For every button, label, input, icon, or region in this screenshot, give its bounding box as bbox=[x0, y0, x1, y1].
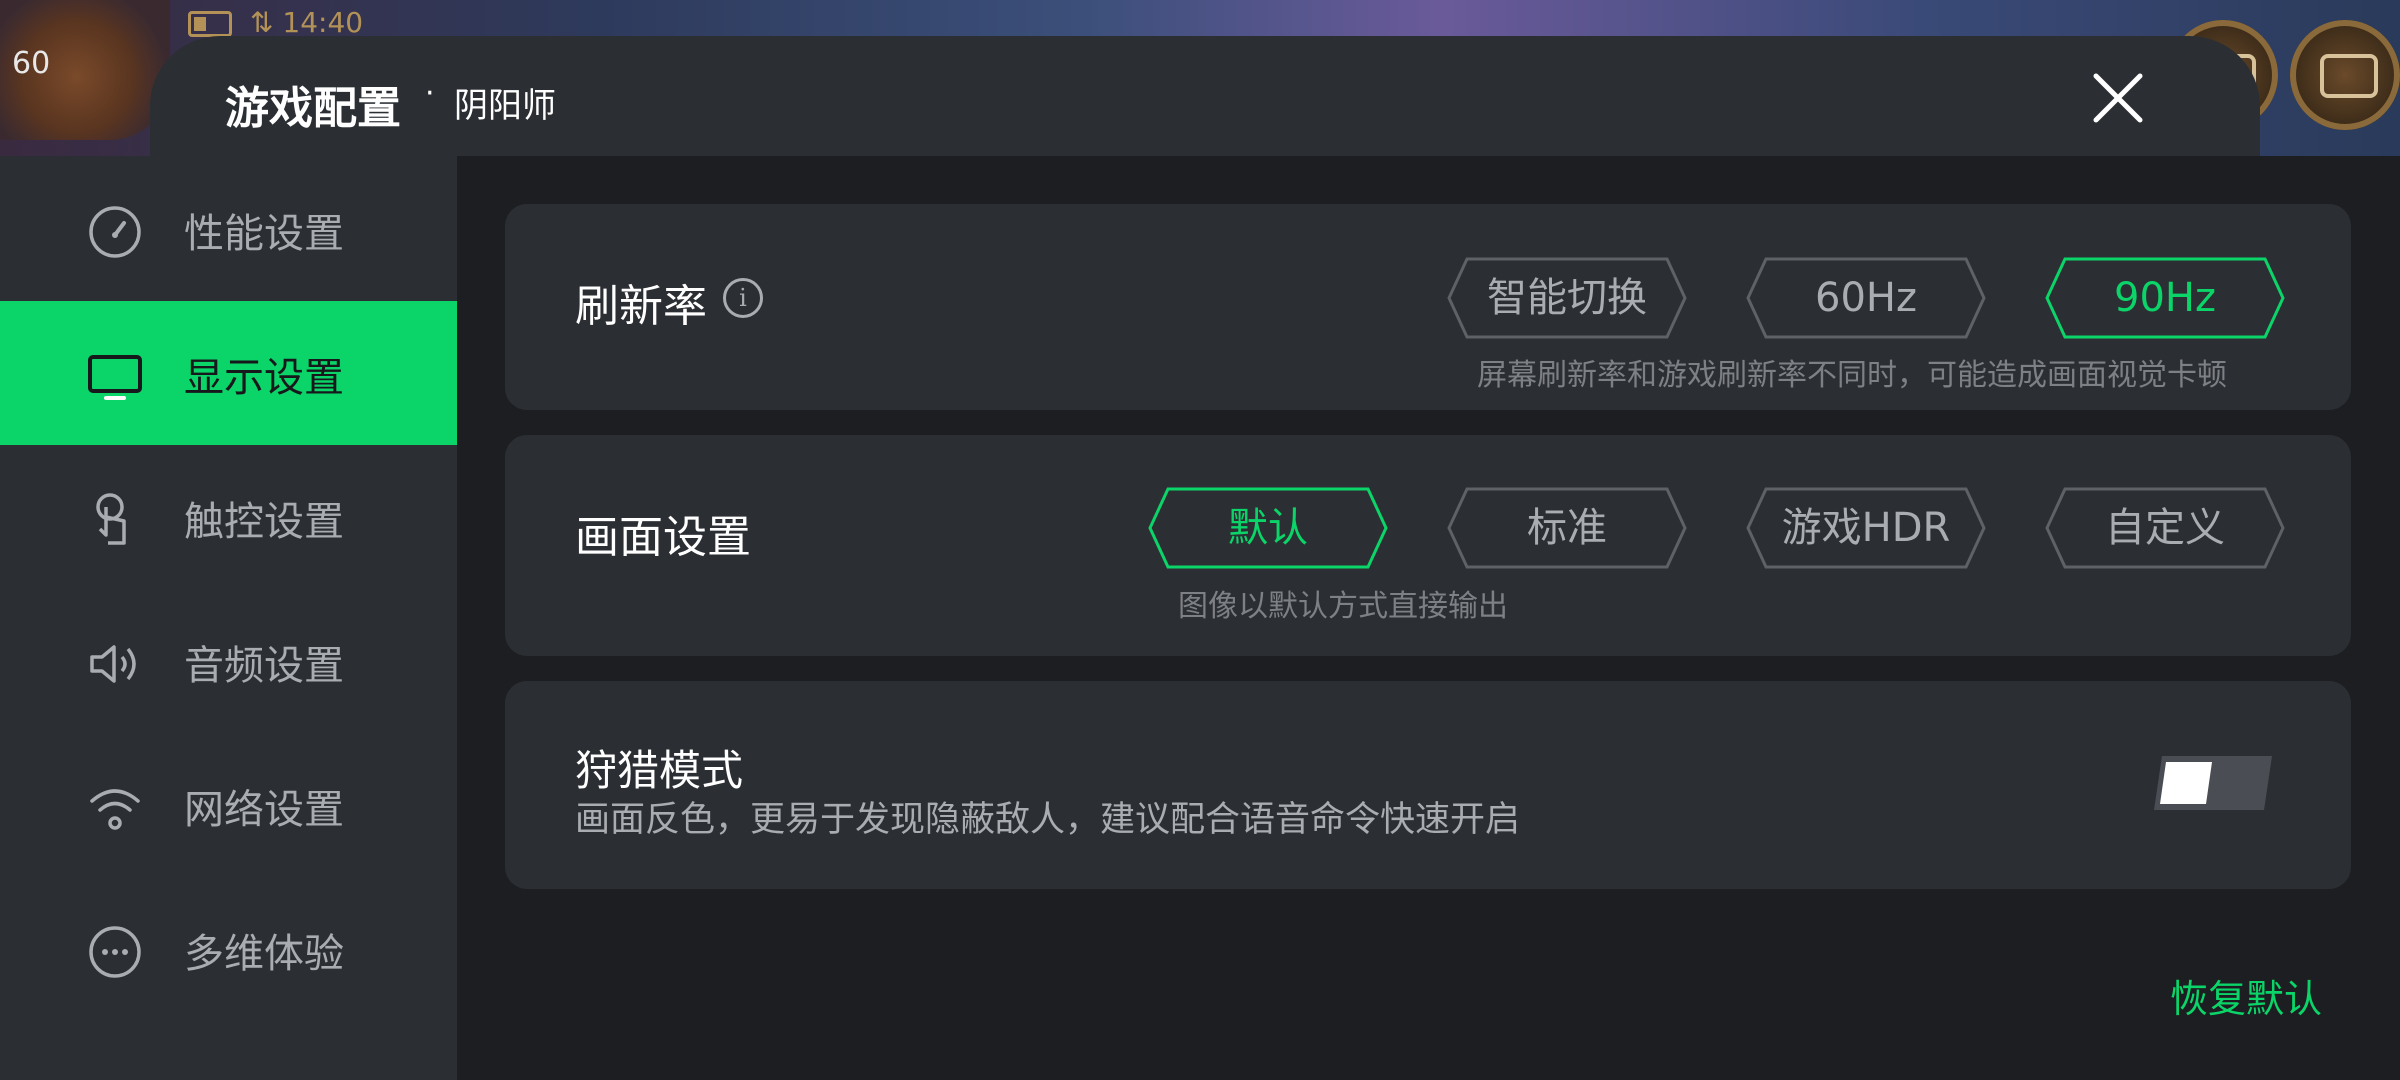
picture-settings-hint: 图像以默认方式直接输出 bbox=[1178, 589, 1508, 624]
gauge-icon bbox=[89, 206, 141, 258]
sidebar-item-audio[interactable]: 音频设置 bbox=[0, 589, 457, 733]
refresh-option-90hz[interactable]: 90Hz bbox=[2045, 257, 2285, 339]
info-icon[interactable]: i bbox=[723, 278, 763, 318]
sidebar: 性能设置 显示设置 触控设置 音频设置 网络设置 多维体验 bbox=[0, 156, 457, 1080]
refresh-option-smart[interactable]: 智能切换 bbox=[1447, 257, 1687, 339]
restore-defaults-button[interactable]: 恢复默认 bbox=[2170, 968, 2322, 1023]
page-title: 游戏配置 bbox=[225, 83, 401, 134]
sidebar-item-experience[interactable]: 多维体验 bbox=[0, 877, 457, 1021]
sidebar-item-label: 网络设置 bbox=[184, 787, 344, 833]
game-name: 阴阳师 bbox=[454, 86, 556, 126]
sidebar-item-label: 多维体验 bbox=[184, 931, 344, 977]
hunting-mode-card: 狩猎模式 画面反色，更易于发现隐蔽敌人，建议配合语音命令快速开启 bbox=[505, 681, 2351, 889]
refresh-rate-card: 刷新率 i 智能切换 60Hz 90Hz 屏幕刷新率和游戏刷新率不同时，可能造成… bbox=[505, 204, 2351, 410]
picture-option-standard[interactable]: 标准 bbox=[1447, 487, 1687, 569]
battery-icon bbox=[188, 11, 232, 37]
option-label: 智能切换 bbox=[1487, 275, 1647, 321]
touch-icon bbox=[96, 493, 126, 545]
clock: 14:40 bbox=[282, 6, 364, 39]
sidebar-item-touch[interactable]: 触控设置 bbox=[0, 445, 457, 589]
sidebar-item-network[interactable]: 网络设置 bbox=[0, 733, 457, 877]
picture-option-default[interactable]: 默认 bbox=[1148, 487, 1388, 569]
sidebar-item-label: 显示设置 bbox=[184, 355, 344, 401]
picture-option-hdr[interactable]: 游戏HDR bbox=[1746, 487, 1986, 569]
close-icon bbox=[2093, 73, 2143, 123]
option-label: 默认 bbox=[1228, 505, 1308, 551]
option-label: 游戏HDR bbox=[1781, 505, 1951, 551]
picture-settings-title: 画面设置 bbox=[575, 512, 751, 563]
close-button[interactable] bbox=[2080, 60, 2156, 136]
option-label: 自定义 bbox=[2105, 505, 2225, 551]
status-bar: ⇅ 14:40 bbox=[188, 6, 363, 39]
more-icon bbox=[89, 926, 141, 978]
option-label: 标准 bbox=[1527, 505, 1607, 551]
sync-icon: ⇅ bbox=[250, 6, 283, 39]
speaker-icon bbox=[90, 645, 136, 683]
refresh-option-60hz[interactable]: 60Hz bbox=[1746, 257, 1986, 339]
hunting-mode-toggle[interactable] bbox=[2152, 754, 2274, 812]
sidebar-item-performance[interactable]: 性能设置 bbox=[0, 157, 457, 301]
hunting-mode-description: 画面反色，更易于发现隐蔽敌人，建议配合语音命令快速开启 bbox=[575, 800, 1521, 840]
sidebar-item-label: 性能设置 bbox=[184, 211, 344, 257]
sidebar-item-label: 音频设置 bbox=[184, 643, 344, 689]
toggle-switch bbox=[2154, 756, 2272, 810]
chat-icon bbox=[2290, 20, 2400, 130]
fps-counter: 60 bbox=[12, 46, 51, 81]
title-separator: · bbox=[425, 76, 435, 111]
hunting-mode-title: 狩猎模式 bbox=[575, 746, 744, 795]
sidebar-item-display[interactable]: 显示设置 bbox=[0, 301, 457, 445]
picture-option-custom[interactable]: 自定义 bbox=[2045, 487, 2285, 569]
refresh-rate-hint: 屏幕刷新率和游戏刷新率不同时，可能造成画面视觉卡顿 bbox=[1477, 358, 2227, 393]
option-label: 60Hz bbox=[1815, 275, 1917, 321]
option-label: 90Hz bbox=[2114, 275, 2216, 321]
sidebar-item-label: 触控设置 bbox=[184, 499, 344, 545]
refresh-rate-title: 刷新率 bbox=[575, 281, 707, 332]
monitor-icon bbox=[88, 355, 142, 400]
picture-settings-card: 画面设置 默认 标准 游戏HDR 自定义 图像以默认方式直接输出 bbox=[505, 435, 2351, 656]
wifi-icon bbox=[90, 789, 140, 830]
